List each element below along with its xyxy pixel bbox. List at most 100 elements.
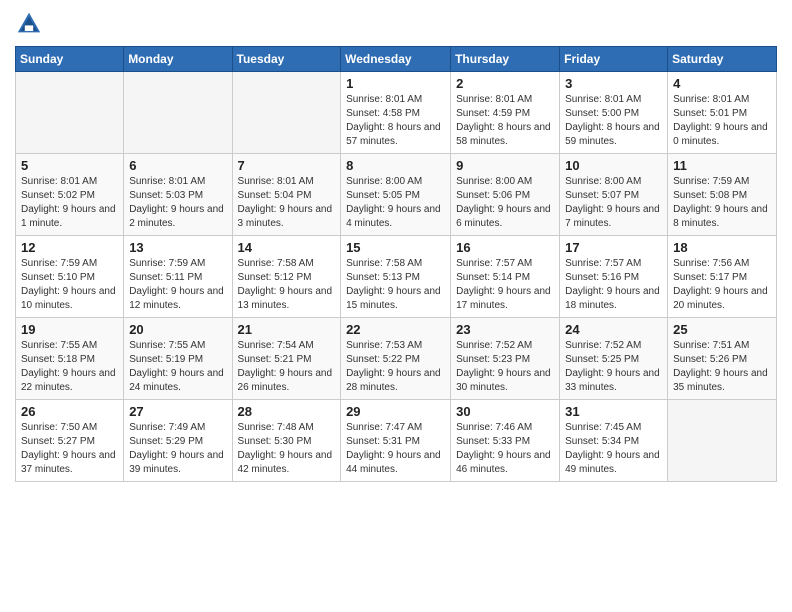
calendar-cell: 24 Sunrise: 7:52 AMSunset: 5:25 PMDayligh… — [560, 318, 668, 400]
day-info: Sunrise: 8:00 AMSunset: 5:07 PMDaylight:… — [565, 175, 662, 231]
day-info: Sunrise: 7:55 AMSunset: 5:18 PMDaylight:… — [21, 339, 118, 395]
calendar-cell: 2 Sunrise: 8:01 AMSunset: 4:59 PMDaylight… — [451, 72, 560, 154]
day-number: 19 — [21, 322, 118, 337]
calendar-header-row: SundayMondayTuesdayWednesdayThursdayFrid… — [16, 47, 777, 72]
day-number: 23 — [456, 322, 554, 337]
calendar-cell: 6 Sunrise: 8:01 AMSunset: 5:03 PMDaylight… — [124, 154, 232, 236]
day-number: 14 — [238, 240, 336, 255]
day-number: 7 — [238, 158, 336, 173]
day-number: 10 — [565, 158, 662, 173]
calendar-cell: 8Sunrise: 8:00 AMSunset: 5:05 PMDaylight… — [341, 154, 451, 236]
calendar-cell: 13Sunrise: 7:59 AMSunset: 5:11 PMDayligh… — [124, 236, 232, 318]
day-info: Sunrise: 7:46 AMSunset: 5:33 PMDaylight:… — [456, 421, 554, 477]
calendar-week-row: 5 Sunrise: 8:01 AMSunset: 5:02 PMDaylight… — [16, 154, 777, 236]
calendar-table: SundayMondayTuesdayWednesdayThursdayFrid… — [15, 46, 777, 482]
day-info: Sunrise: 8:01 AMSunset: 4:59 PMDaylight:… — [456, 93, 554, 149]
calendar-cell: 1 Sunrise: 8:01 AMSunset: 4:58 PMDaylight… — [341, 72, 451, 154]
day-number: 16 — [456, 240, 554, 255]
calendar-cell: 12Sunrise: 7:59 AMSunset: 5:10 PMDayligh… — [16, 236, 124, 318]
day-number: 26 — [21, 404, 118, 419]
calendar-cell: 7 Sunrise: 8:01 AMSunset: 5:04 PMDaylight… — [232, 154, 341, 236]
day-info: Sunrise: 8:01 AMSunset: 5:04 PMDaylight:… — [238, 175, 336, 231]
calendar-cell: 21Sunrise: 7:54 AMSunset: 5:21 PMDayligh… — [232, 318, 341, 400]
calendar-cell: 28Sunrise: 7:48 AMSunset: 5:30 PMDayligh… — [232, 400, 341, 482]
weekday-header: Tuesday — [232, 47, 341, 72]
day-info: Sunrise: 7:49 AMSunset: 5:29 PMDaylight:… — [129, 421, 226, 477]
logo-icon — [15, 10, 43, 38]
day-info: Sunrise: 8:00 AMSunset: 5:06 PMDaylight:… — [456, 175, 554, 231]
calendar-cell — [668, 400, 777, 482]
day-info: Sunrise: 7:52 AMSunset: 5:23 PMDaylight:… — [456, 339, 554, 395]
day-number: 30 — [456, 404, 554, 419]
calendar-cell: 30 Sunrise: 7:46 AMSunset: 5:33 PMDayligh… — [451, 400, 560, 482]
day-number: 24 — [565, 322, 662, 337]
calendar-cell: 17 Sunrise: 7:57 AMSunset: 5:16 PMDayligh… — [560, 236, 668, 318]
weekday-header: Friday — [560, 47, 668, 72]
weekday-header: Monday — [124, 47, 232, 72]
calendar-cell — [232, 72, 341, 154]
calendar-cell: 9 Sunrise: 8:00 AMSunset: 5:06 PMDaylight… — [451, 154, 560, 236]
day-info: Sunrise: 7:58 AMSunset: 5:12 PMDaylight:… — [238, 257, 336, 313]
day-number: 29 — [346, 404, 445, 419]
calendar-cell: 27 Sunrise: 7:49 AMSunset: 5:29 PMDayligh… — [124, 400, 232, 482]
weekday-header: Thursday — [451, 47, 560, 72]
day-number: 6 — [129, 158, 226, 173]
day-info: Sunrise: 7:59 AMSunset: 5:08 PMDaylight:… — [673, 175, 771, 231]
day-number: 5 — [21, 158, 118, 173]
day-info: Sunrise: 8:01 AMSunset: 5:03 PMDaylight:… — [129, 175, 226, 231]
calendar-cell — [124, 72, 232, 154]
day-number: 9 — [456, 158, 554, 173]
day-info: Sunrise: 7:56 AMSunset: 5:17 PMDaylight:… — [673, 257, 771, 313]
day-info: Sunrise: 8:01 AMSunset: 5:02 PMDaylight:… — [21, 175, 118, 231]
day-info: Sunrise: 7:52 AMSunset: 5:25 PMDaylight:… — [565, 339, 662, 395]
calendar-cell: 16 Sunrise: 7:57 AMSunset: 5:14 PMDayligh… — [451, 236, 560, 318]
day-info: Sunrise: 7:54 AMSunset: 5:21 PMDaylight:… — [238, 339, 336, 395]
page: SundayMondayTuesdayWednesdayThursdayFrid… — [0, 0, 792, 612]
calendar-cell: 25 Sunrise: 7:51 AMSunset: 5:26 PMDayligh… — [668, 318, 777, 400]
day-info: Sunrise: 7:59 AMSunset: 5:10 PMDaylight:… — [21, 257, 118, 313]
day-number: 25 — [673, 322, 771, 337]
day-number: 4 — [673, 76, 771, 91]
calendar-cell: 3 Sunrise: 8:01 AMSunset: 5:00 PMDaylight… — [560, 72, 668, 154]
day-info: Sunrise: 7:58 AMSunset: 5:13 PMDaylight:… — [346, 257, 445, 313]
calendar-cell: 14 Sunrise: 7:58 AMSunset: 5:12 PMDayligh… — [232, 236, 341, 318]
day-number: 17 — [565, 240, 662, 255]
day-number: 27 — [129, 404, 226, 419]
logo — [15, 10, 47, 38]
day-info: Sunrise: 7:57 AMSunset: 5:16 PMDaylight:… — [565, 257, 662, 313]
day-number: 28 — [238, 404, 336, 419]
day-number: 15 — [346, 240, 445, 255]
day-info: Sunrise: 8:01 AMSunset: 5:00 PMDaylight:… — [565, 93, 662, 149]
header — [15, 10, 777, 38]
day-number: 22 — [346, 322, 445, 337]
weekday-header: Wednesday — [341, 47, 451, 72]
day-info: Sunrise: 8:00 AMSunset: 5:05 PMDaylight:… — [346, 175, 445, 231]
calendar-cell — [16, 72, 124, 154]
day-info: Sunrise: 7:57 AMSunset: 5:14 PMDaylight:… — [456, 257, 554, 313]
calendar-cell: 4 Sunrise: 8:01 AMSunset: 5:01 PMDaylight… — [668, 72, 777, 154]
calendar-week-row: 1 Sunrise: 8:01 AMSunset: 4:58 PMDaylight… — [16, 72, 777, 154]
calendar-cell: 19 Sunrise: 7:55 AMSunset: 5:18 PMDayligh… — [16, 318, 124, 400]
calendar-cell: 31Sunrise: 7:45 AMSunset: 5:34 PMDayligh… — [560, 400, 668, 482]
calendar-cell: 5 Sunrise: 8:01 AMSunset: 5:02 PMDaylight… — [16, 154, 124, 236]
day-number: 18 — [673, 240, 771, 255]
day-number: 11 — [673, 158, 771, 173]
day-number: 13 — [129, 240, 226, 255]
calendar-cell: 29 Sunrise: 7:47 AMSunset: 5:31 PMDayligh… — [341, 400, 451, 482]
day-number: 2 — [456, 76, 554, 91]
day-info: Sunrise: 7:53 AMSunset: 5:22 PMDaylight:… — [346, 339, 445, 395]
calendar-cell: 10 Sunrise: 8:00 AMSunset: 5:07 PMDayligh… — [560, 154, 668, 236]
day-info: Sunrise: 7:55 AMSunset: 5:19 PMDaylight:… — [129, 339, 226, 395]
calendar-week-row: 19 Sunrise: 7:55 AMSunset: 5:18 PMDayligh… — [16, 318, 777, 400]
calendar-cell: 26Sunrise: 7:50 AMSunset: 5:27 PMDayligh… — [16, 400, 124, 482]
day-info: Sunrise: 7:51 AMSunset: 5:26 PMDaylight:… — [673, 339, 771, 395]
weekday-header: Sunday — [16, 47, 124, 72]
day-info: Sunrise: 8:01 AMSunset: 5:01 PMDaylight:… — [673, 93, 771, 149]
day-number: 1 — [346, 76, 445, 91]
calendar-week-row: 26Sunrise: 7:50 AMSunset: 5:27 PMDayligh… — [16, 400, 777, 482]
day-number: 20 — [129, 322, 226, 337]
day-info: Sunrise: 7:47 AMSunset: 5:31 PMDaylight:… — [346, 421, 445, 477]
day-info: Sunrise: 8:01 AMSunset: 4:58 PMDaylight:… — [346, 93, 445, 149]
day-number: 3 — [565, 76, 662, 91]
day-number: 31 — [565, 404, 662, 419]
